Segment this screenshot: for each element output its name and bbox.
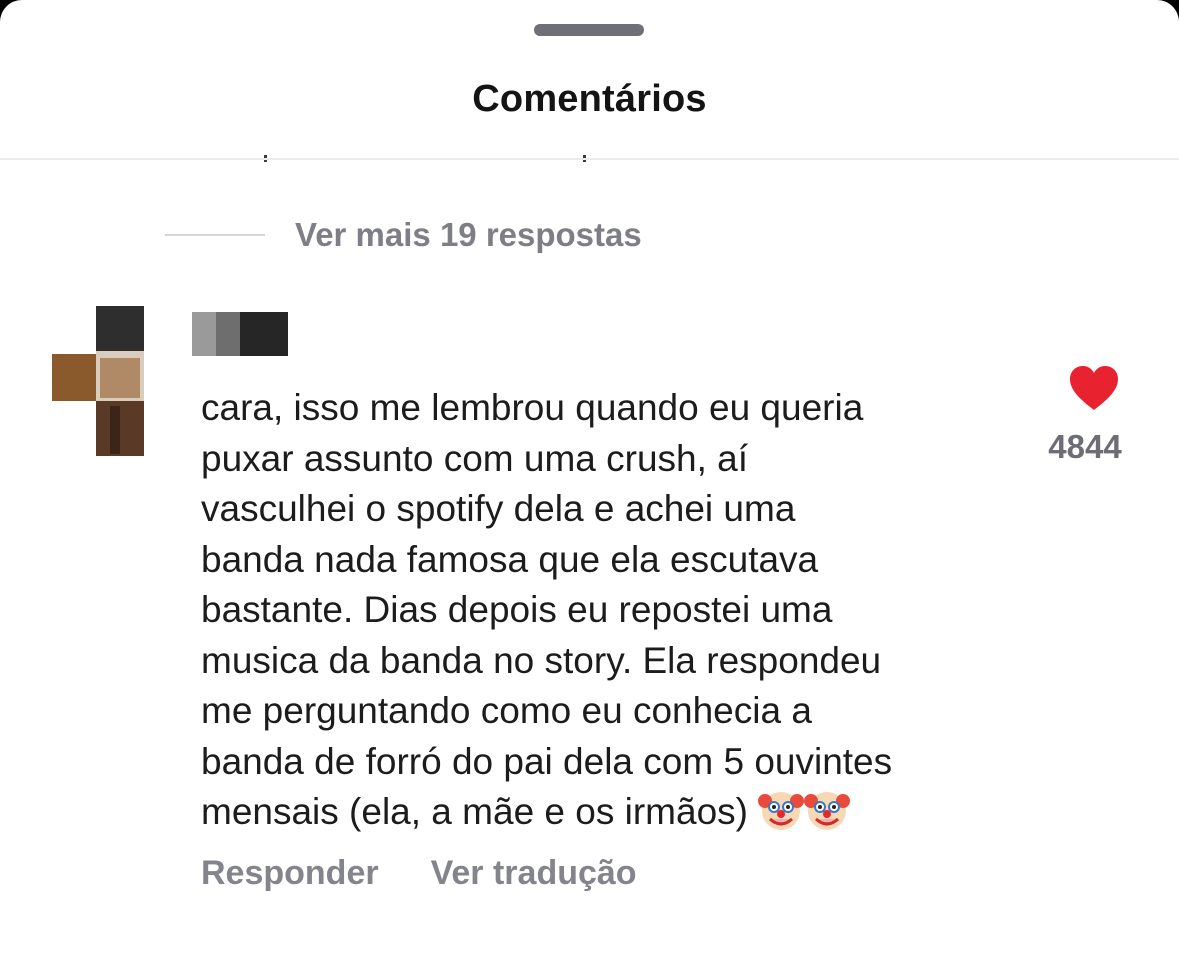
heart-icon[interactable] [1068, 364, 1120, 412]
view-more-replies-label: Ver mais 19 respostas [295, 216, 642, 253]
clown-face-icon [804, 792, 851, 830]
comment-line: me perguntando como eu conhecia a [201, 690, 812, 731]
clown-face-icon [758, 792, 805, 830]
drag-handle[interactable] [534, 24, 644, 36]
view-more-replies[interactable]: Ver mais 19 respostas [165, 210, 642, 260]
like-count: 4844 [1048, 428, 1122, 465]
comment-line: mensais (ela, a mãe e os irmãos) [201, 791, 748, 832]
avatar[interactable] [48, 306, 144, 456]
username-censored[interactable] [188, 312, 288, 356]
sheet-title: Comentários [472, 78, 707, 120]
comment-line: banda nada famosa que ela escutava [201, 538, 819, 580]
reply-button[interactable]: Responder [201, 854, 379, 893]
comment-text: cara, isso me lembrou quando eu queria p… [201, 383, 1031, 838]
comment-line: bastante. Dias depois eu repostei uma [201, 589, 833, 630]
header-divider [0, 158, 1179, 160]
see-translation-button[interactable]: Ver tradução [431, 854, 637, 893]
comment-line: cara, isso me lembrou quando eu queria [201, 387, 864, 428]
comment-actions: Responder Ver tradução [201, 848, 637, 898]
comment-line: puxar assunto com uma crush, aí [201, 437, 749, 479]
comment-line: banda de forró do pai dela com 5 ouvinte… [201, 740, 893, 782]
comments-sheet: Comentários Ver mais 19 respostas cara, … [0, 0, 1179, 962]
comment-line: vasculhei o spotify dela e achei uma [201, 488, 796, 529]
comment-line: musica da banda no story. Ela respondeu [201, 639, 882, 681]
thread-line [165, 234, 265, 236]
